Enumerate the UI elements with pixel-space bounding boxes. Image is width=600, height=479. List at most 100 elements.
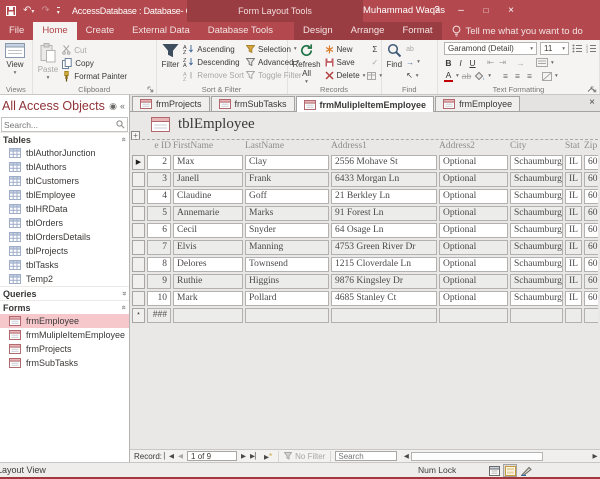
remove-sort-button[interactable]: AZ Remove Sort (183, 70, 244, 82)
cell-FirstName[interactable]: Mark (173, 291, 243, 306)
pane-menu-icon[interactable]: ◉ (109, 101, 117, 112)
spelling-button[interactable]: ✓ (371, 56, 378, 68)
filter-button[interactable]: Filter (160, 42, 182, 82)
descending-button[interactable]: ZA Descending (183, 56, 244, 68)
cell-FirstName[interactable]: Ruthie (173, 274, 243, 289)
cell-Address1[interactable]: 64 Osage Ln (331, 223, 437, 238)
view-button[interactable]: View ▾ (3, 42, 27, 82)
cell-Stat[interactable]: IL (565, 172, 582, 187)
copy-button[interactable]: Copy (62, 57, 127, 69)
new-cell-FirstName[interactable] (173, 308, 243, 323)
italic-button[interactable]: I (456, 58, 465, 68)
cell-Zip[interactable]: 60193 (584, 240, 598, 255)
cell-e-ID[interactable]: 2 (147, 155, 171, 170)
save-icon[interactable] (6, 6, 16, 16)
cell-Stat[interactable]: IL (565, 189, 582, 204)
column-header-City[interactable]: City (510, 141, 563, 153)
font-color-button[interactable]: A (444, 71, 453, 82)
paste-button[interactable]: Paste ▾ (36, 42, 60, 82)
cell-Address2[interactable]: Optional (439, 257, 508, 272)
format-painter-button[interactable]: Format Painter (62, 70, 127, 82)
column-header-e-ID[interactable]: e ID (147, 141, 171, 153)
last-record-button[interactable]: ▶▏ (248, 452, 262, 460)
nav-section-tables[interactable]: Tables« (0, 132, 129, 146)
new-cell-Address2[interactable] (439, 308, 508, 323)
cell-FirstName[interactable]: Janell (173, 172, 243, 187)
cell-Stat[interactable]: IL (565, 206, 582, 221)
ribbon-tab-design[interactable]: Design (294, 22, 342, 40)
nav-item-frmEmployee[interactable]: frmEmployee (0, 314, 129, 328)
previous-record-button[interactable]: ◀ (176, 452, 185, 460)
cell-Address2[interactable]: Optional (439, 291, 508, 306)
record-selector[interactable] (132, 274, 145, 289)
bold-button[interactable]: B (444, 58, 453, 68)
filter-status-button[interactable]: No Filter (278, 451, 331, 462)
cell-LastName[interactable]: Higgins (245, 274, 329, 289)
cell-e-ID[interactable]: 5 (147, 206, 171, 221)
record-search-input[interactable] (335, 451, 397, 461)
cell-Stat[interactable]: IL (565, 223, 582, 238)
ribbon-tab-database-tools[interactable]: Database Tools (199, 22, 282, 40)
record-selector[interactable] (132, 240, 145, 255)
column-header-Address1[interactable]: Address1 (331, 141, 437, 153)
cell-FirstName[interactable]: Delores (173, 257, 243, 272)
tell-me-box[interactable]: Tell me what you want to do (452, 22, 583, 40)
align-right-icon[interactable]: ≡ (525, 71, 534, 81)
shutter-bar-close-icon[interactable]: « (120, 101, 125, 111)
cell-FirstName[interactable]: Cecil (173, 223, 243, 238)
cell-Zip[interactable]: 60193 (584, 206, 598, 221)
record-selector[interactable] (132, 172, 145, 187)
nav-item-frmSubTasks[interactable]: frmSubTasks (0, 356, 129, 370)
cell-e-ID[interactable]: 7 (147, 240, 171, 255)
new-cell-LastName[interactable] (245, 308, 329, 323)
background-color-icon[interactable] (474, 71, 485, 81)
cell-Zip[interactable]: 60193 (584, 189, 598, 204)
nav-item-frmProjects[interactable]: frmProjects (0, 342, 129, 356)
cell-Address2[interactable]: Optional (439, 206, 508, 221)
cell-FirstName[interactable]: Max (173, 155, 243, 170)
cell-Address1[interactable]: 21 Berkley Ln (331, 189, 437, 204)
cell-LastName[interactable]: Pollard (245, 291, 329, 306)
cell-e-ID[interactable]: 3 (147, 172, 171, 187)
underline-button[interactable]: U (468, 58, 477, 68)
cell-e-ID[interactable]: 9 (147, 274, 171, 289)
cell-Address1[interactable]: 4685 Stanley Ct (331, 291, 437, 306)
ribbon-tab-arrange[interactable]: Arrange (342, 22, 394, 40)
find-button[interactable]: Find (385, 42, 405, 82)
cell-LastName[interactable]: Goff (245, 189, 329, 204)
cell-City[interactable]: Schaumburg (510, 257, 563, 272)
cell-City[interactable]: Schaumburg (510, 291, 563, 306)
clipboard-dialog-launcher-icon[interactable] (147, 86, 154, 93)
cell-FirstName[interactable]: Claudine (173, 189, 243, 204)
record-selector[interactable] (132, 257, 145, 272)
cell-LastName[interactable]: Manning (245, 240, 329, 255)
scroll-left-icon[interactable]: ◀ (401, 452, 411, 460)
nav-item-tblProjects[interactable]: tblProjects (0, 244, 129, 258)
cell-Stat[interactable]: IL (565, 155, 582, 170)
replace-button[interactable]: ab (406, 43, 420, 55)
nav-item-tblHRData[interactable]: tblHRData (0, 202, 129, 216)
undo-icon[interactable]: ↶▾ (23, 6, 34, 17)
document-tab-frmSubTasks[interactable]: frmSubTasks (211, 96, 295, 111)
column-header-Zip[interactable]: Zip (584, 141, 598, 153)
nav-item-tblAuthors[interactable]: tblAuthors (0, 160, 129, 174)
column-header-Address2[interactable]: Address2 (439, 141, 508, 153)
totals-button[interactable]: Σ (372, 43, 377, 55)
close-button[interactable]: × (502, 0, 520, 22)
cell-LastName[interactable]: Marks (245, 206, 329, 221)
document-tab-frmMulipleItemEmployee[interactable]: frmMulipleItemEmployee (296, 96, 435, 112)
nav-item-frmMulipleItemEmployee[interactable]: frmMulipleItemEmployee (0, 328, 129, 342)
cell-Address1[interactable]: 9876 Kingsley Dr (331, 274, 437, 289)
navigation-pane-title[interactable]: All Access Objects (2, 99, 106, 113)
cell-e-ID[interactable]: 6 (147, 223, 171, 238)
column-header-FirstName[interactable]: FirstName (173, 141, 243, 153)
ribbon-tab-home[interactable]: Home (33, 22, 76, 40)
cell-Stat[interactable]: IL (565, 291, 582, 306)
column-header-Stat[interactable]: Stat (565, 141, 582, 153)
gridlines-icon[interactable] (542, 72, 552, 81)
document-tab-frmProjects[interactable]: frmProjects (132, 96, 210, 111)
first-record-button[interactable]: ▏◀ (162, 452, 176, 460)
collapse-ribbon-icon[interactable] (587, 87, 596, 93)
cell-Address2[interactable]: Optional (439, 155, 508, 170)
minimize-button[interactable]: – (452, 0, 470, 22)
